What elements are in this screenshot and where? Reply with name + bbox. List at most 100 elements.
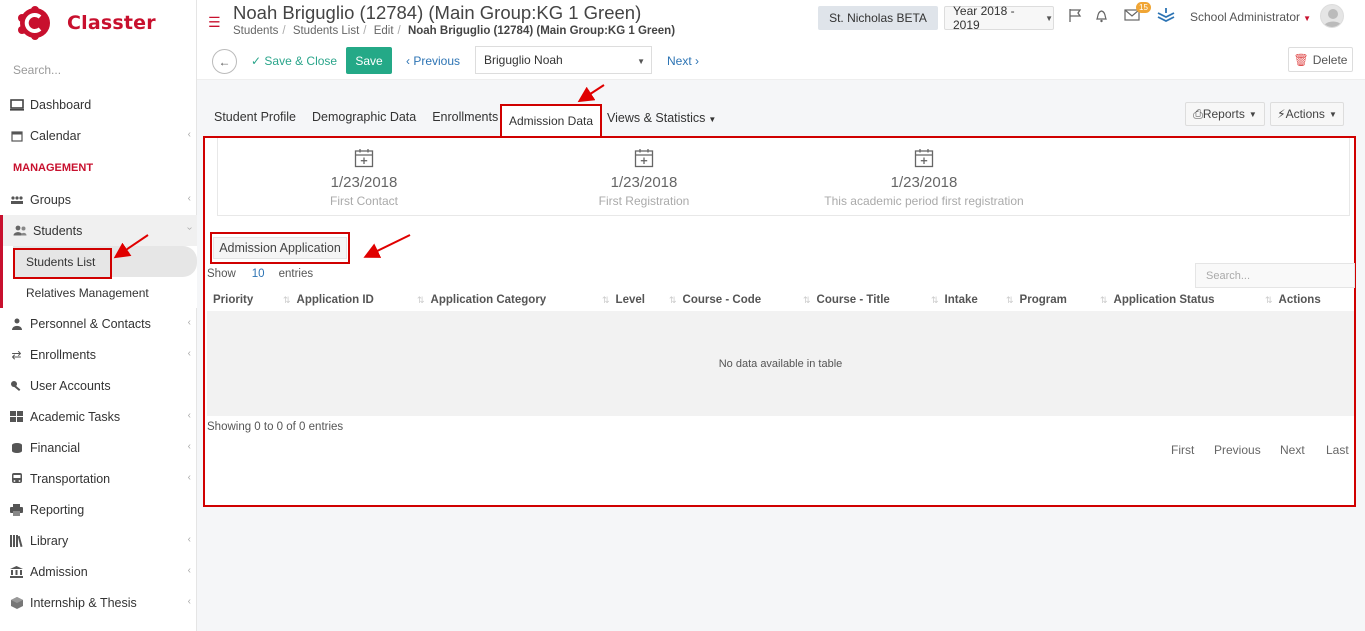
coins-icon	[9, 440, 24, 455]
reports-button[interactable]: ⎙ Reports ▼	[1185, 102, 1265, 126]
col-application-id[interactable]: ⇅ Application ID	[283, 294, 374, 306]
breadcrumb-students-list[interactable]: Students List	[293, 25, 359, 37]
sidebar-item-label: Relatives Management	[26, 285, 149, 300]
save-button[interactable]: Save	[346, 47, 392, 74]
user-menu[interactable]: School Administrator ▼	[1190, 10, 1311, 24]
next-button[interactable]: Next ›	[667, 54, 699, 68]
caret-down-icon: ▼	[637, 57, 645, 66]
bell-icon[interactable]	[1094, 8, 1109, 27]
sidebar-item-admission[interactable]: Admission ‹	[0, 556, 197, 587]
col-application-category[interactable]: ⇅ Application Category	[417, 294, 546, 306]
sort-icon: ⇅	[1265, 295, 1273, 305]
actions-button[interactable]: ⚡ Actions ▼	[1270, 102, 1344, 126]
user-name: School Administrator	[1190, 10, 1301, 24]
table-length-control: Show 10 entries	[207, 268, 314, 280]
sidebar-item-internship-thesis[interactable]: Internship & Thesis ‹	[0, 587, 197, 618]
print-icon: ⎙	[1193, 106, 1203, 121]
sidebar-item-library[interactable]: Library ‹	[0, 525, 197, 556]
school-button[interactable]: St. Nicholas BETA	[818, 6, 938, 30]
date-card-period-first-registration: 1/23/2018 This academic period first reg…	[814, 148, 1034, 208]
sort-icon: ⇅	[1100, 295, 1108, 305]
bolt-icon: ⚡	[1277, 107, 1286, 121]
date-card-first-contact: 1/23/2018 First Contact	[264, 148, 464, 208]
monitor-icon	[9, 97, 24, 112]
col-course-title[interactable]: ⇅ Course - Title	[803, 294, 890, 306]
col-level[interactable]: ⇅ Level	[602, 294, 645, 306]
tab-views-statistics[interactable]: Views & Statistics ▼	[607, 111, 716, 125]
tab-admission-data[interactable]: Admission Data	[500, 104, 602, 138]
logo[interactable]: Classter	[18, 6, 156, 40]
chevron-left-icon: ‹	[187, 441, 191, 452]
col-intake[interactable]: ⇅ Intake	[931, 294, 978, 306]
books-icon	[9, 533, 24, 548]
first-registration-label: First Registration	[598, 194, 690, 208]
sidebar-item-dashboard[interactable]: Dashboard	[0, 89, 197, 120]
back-button[interactable]: ←	[212, 49, 237, 74]
sidebar-item-label: Internship & Thesis	[30, 595, 137, 610]
breadcrumb-students[interactable]: Students	[233, 25, 278, 37]
sidebar-item-label: Reporting	[30, 502, 85, 517]
sidebar-search-input[interactable]	[13, 63, 183, 77]
breadcrumb-current: Noah Briguglio (12784) (Main Group:KG 1 …	[407, 25, 676, 37]
institution-icon	[9, 564, 24, 579]
sidebar-item-user-accounts[interactable]: User Accounts	[0, 370, 197, 401]
sidebar-item-calendar[interactable]: Calendar ‹	[0, 120, 197, 151]
sidebar-item-label: User Accounts	[30, 378, 111, 393]
sidebar-item-enrollments[interactable]: ⇄ Enrollments ‹	[0, 339, 197, 370]
delete-button[interactable]: 🗑 Delete	[1288, 47, 1353, 72]
previous-button[interactable]: ‹ Previous	[406, 54, 460, 68]
col-program[interactable]: ⇅ Program	[1006, 294, 1067, 306]
flag-icon[interactable]	[1068, 8, 1083, 27]
calendar-plus-icon	[634, 149, 654, 168]
sidebar-item-relatives-management[interactable]: Relatives Management	[3, 277, 197, 308]
tab-enrollments[interactable]: Enrollments	[432, 110, 498, 124]
key-icon	[9, 378, 24, 393]
arrow-admission-data	[577, 84, 605, 103]
tab-demographic-data[interactable]: Demographic Data	[312, 110, 416, 124]
table-search-input[interactable]	[1195, 263, 1355, 288]
classter-logo-icon	[18, 6, 50, 40]
sidebar-item-label: Dashboard	[30, 97, 92, 112]
sidebar-item-groups[interactable]: Groups ‹	[0, 184, 197, 215]
admission-application-tab-highlight: Admission Application	[210, 232, 350, 264]
sidebar-item-transportation[interactable]: Transportation ‹	[0, 463, 197, 494]
menu-toggle-icon[interactable]: ☰	[208, 14, 221, 31]
chevron-left-icon: ‹	[187, 317, 191, 328]
col-priority[interactable]: Priority	[213, 294, 253, 306]
sort-icon: ⇅	[417, 295, 425, 305]
tab-student-profile[interactable]: Student Profile	[214, 110, 296, 124]
sidebar-item-academic-tasks[interactable]: Academic Tasks ‹	[0, 401, 197, 432]
pager-next[interactable]: Next	[1280, 443, 1305, 457]
pager-last[interactable]: Last	[1326, 443, 1349, 457]
tab-admission-application[interactable]: Admission Application	[213, 237, 347, 259]
chevron-left-icon: ‹	[187, 348, 191, 359]
caret-down-icon: ▼	[1328, 109, 1337, 119]
table-length-select[interactable]: 10	[252, 268, 265, 280]
year-select[interactable]: Year 2018 - 2019 ▼	[944, 4, 1054, 32]
pager-previous[interactable]: Previous	[1214, 443, 1261, 457]
caret-down-icon: ▼	[1045, 13, 1053, 23]
layers-icon[interactable]	[1157, 8, 1175, 28]
first-contact-date: 1/23/2018	[330, 174, 398, 191]
save-close-button[interactable]: ✓ Save & Close	[251, 54, 337, 68]
col-course-code[interactable]: ⇅ Course - Code	[669, 294, 761, 306]
profile-tabs: Student Profile Demographic Data Enrollm…	[214, 110, 514, 124]
chevron-left-icon: ‹	[187, 410, 191, 421]
chevron-right-icon: ›	[691, 54, 700, 68]
sidebar-item-personnel-contacts[interactable]: Personnel & Contacts ‹	[0, 308, 197, 339]
calendar-icon	[9, 128, 24, 143]
col-application-status[interactable]: ⇅ Application Status	[1100, 294, 1215, 306]
sidebar-item-students[interactable]: Students ‹	[0, 215, 197, 246]
sidebar-item-reporting[interactable]: Reporting	[0, 494, 197, 525]
breadcrumb-edit[interactable]: Edit	[374, 25, 394, 37]
avatar[interactable]	[1320, 4, 1344, 28]
pager-first[interactable]: First	[1171, 443, 1194, 457]
table-info: Showing 0 to 0 of 0 entries	[207, 421, 344, 433]
user-tie-icon	[9, 316, 24, 331]
sidebar-item-financial[interactable]: Financial ‹	[0, 432, 197, 463]
caret-down-icon: ▼	[708, 115, 717, 124]
sort-icon: ⇅	[602, 295, 610, 305]
student-select[interactable]: Briguglio Noah ▼	[475, 46, 652, 74]
arrow-left-icon: ←	[218, 54, 231, 69]
col-actions[interactable]: ⇅ Actions	[1265, 294, 1321, 306]
